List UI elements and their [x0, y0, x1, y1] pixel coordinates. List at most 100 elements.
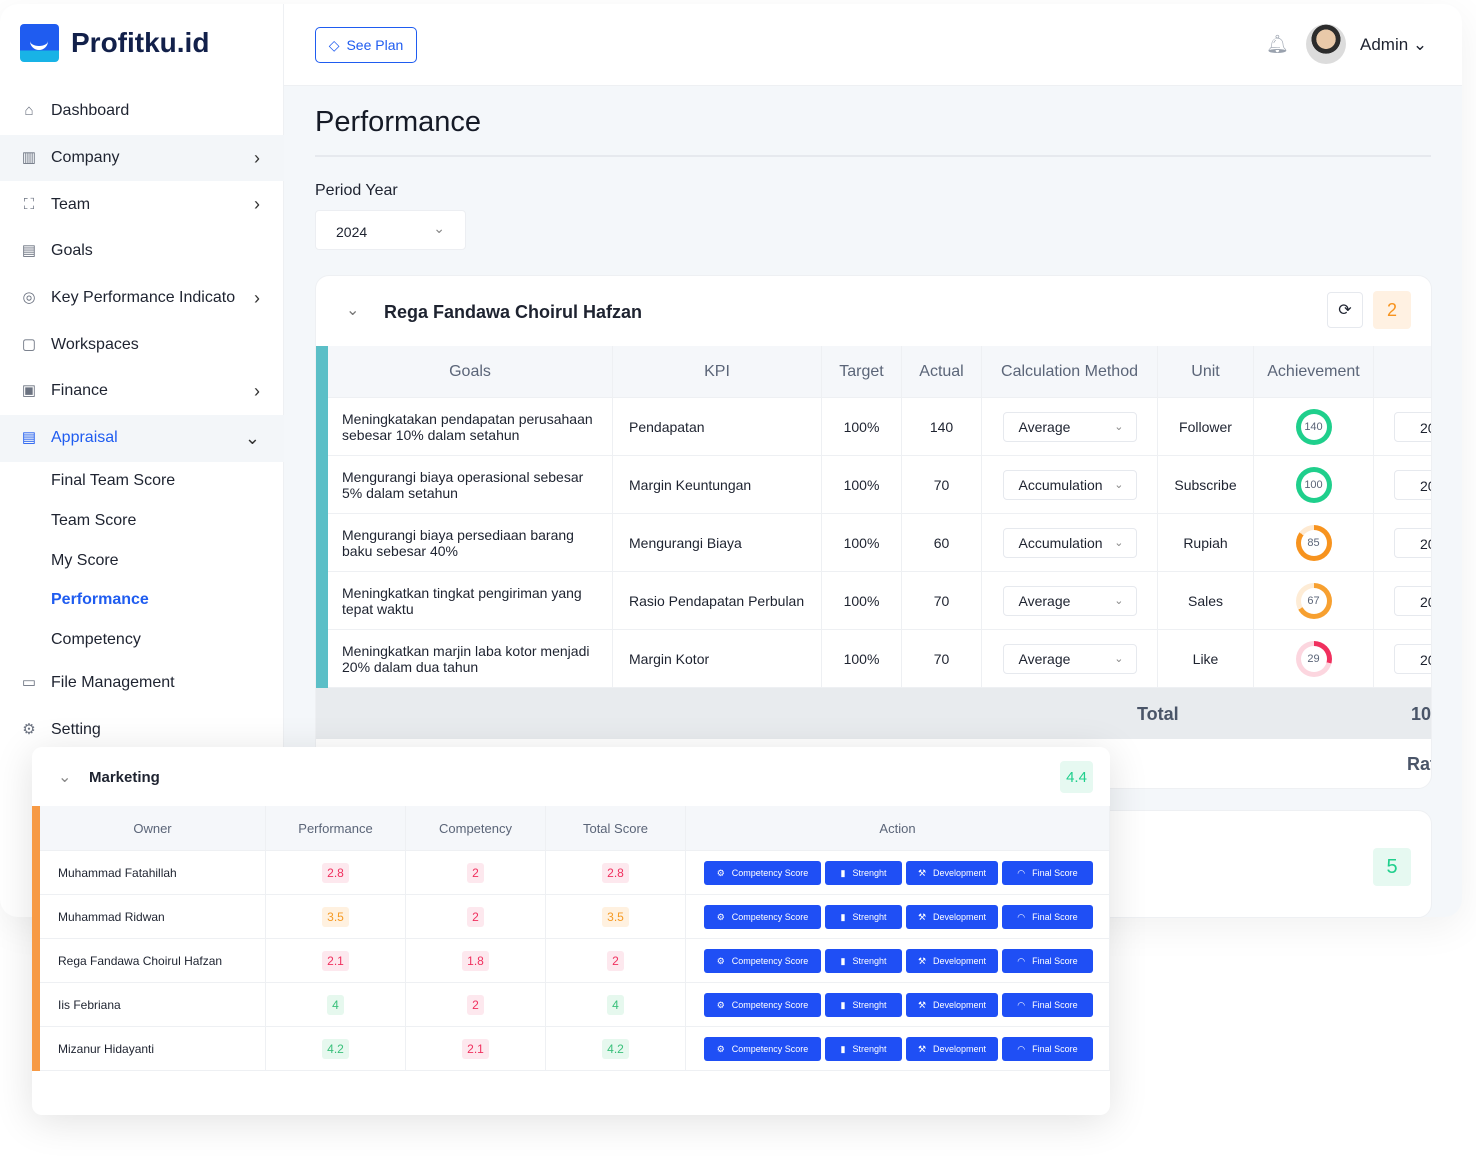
sidebar-item[interactable]: ▣ Finance ›: [0, 368, 284, 415]
unit-value: Subscribe: [1174, 476, 1237, 493]
table-cell: 4.2: [266, 1027, 406, 1071]
folder-icon: ▭: [21, 674, 37, 692]
action-button[interactable]: ▮ Strenght: [825, 1037, 902, 1061]
weight-input[interactable]: 20: [1394, 527, 1431, 558]
action-label: Development: [933, 868, 987, 878]
period-year-select[interactable]: 2024 ⌄: [315, 210, 466, 250]
sidebar-subitem[interactable]: Competency: [0, 620, 284, 660]
divider: [315, 155, 1431, 157]
action-button[interactable]: ▮ Strenght: [825, 861, 902, 885]
total-value: 10: [1411, 704, 1432, 724]
table-cell: Follower: [1158, 398, 1254, 456]
weight-input[interactable]: 20: [1394, 585, 1431, 616]
action-label: Development: [933, 1044, 987, 1054]
table-cell: 2.8: [266, 851, 406, 895]
refresh-icon: ⟳: [1338, 302, 1352, 319]
action-label: Competency Score: [731, 912, 809, 922]
weight-input[interactable]: 20: [1394, 643, 1431, 674]
action-button[interactable]: ⚙ Competency Score: [704, 861, 821, 885]
weight-input[interactable]: 20: [1394, 469, 1431, 500]
total-score-badge: 4: [607, 994, 624, 1015]
table-cell: 20: [1374, 572, 1431, 630]
achievement-value: 100: [1300, 471, 1327, 498]
actual-value: 70: [933, 476, 950, 493]
action-label: Development: [933, 1000, 987, 1010]
table-cell: 4: [546, 983, 686, 1027]
action-button[interactable]: ⚒ Development: [906, 1037, 998, 1061]
action-button[interactable]: ▮ Strenght: [825, 905, 902, 929]
action-button[interactable]: ⚒ Development: [906, 905, 998, 929]
action-button[interactable]: ⚙ Competency Score: [704, 1037, 821, 1061]
sidebar-item[interactable]: ▤ Appraisal ⌄: [0, 414, 284, 462]
action-button[interactable]: ⚒ Development: [906, 949, 998, 973]
user-menu[interactable]: Admin ⌄: [1360, 35, 1427, 55]
table-cell: Average ⌄: [982, 572, 1158, 630]
action-button[interactable]: ◠ Final Score: [1002, 905, 1093, 929]
calculation-method-select[interactable]: Average ⌄: [1002, 643, 1137, 674]
chevron-down-icon: ⌄: [244, 427, 260, 448]
wrench-icon: ⚒: [917, 999, 927, 1010]
target-value: 100%: [843, 592, 880, 609]
avatar[interactable]: [1306, 24, 1346, 64]
action-button[interactable]: ▮ Strenght: [825, 993, 902, 1017]
kpi-text: Mengurangi Biaya: [629, 534, 742, 551]
weight-input[interactable]: 20: [1394, 411, 1431, 442]
action-button[interactable]: ◠ Final Score: [1002, 949, 1093, 973]
sidebar-item[interactable]: ▤ Goals: [0, 228, 284, 275]
sidebar-item[interactable]: ⛶ Team ›: [0, 181, 284, 228]
action-label: Final Score: [1032, 1044, 1078, 1054]
table-cell: 4: [266, 983, 406, 1027]
action-button[interactable]: ⚙ Competency Score: [704, 993, 821, 1017]
competency-score-badge: 2: [467, 906, 484, 927]
method-value: Accumulation: [1018, 534, 1103, 551]
table-cell: Accumulation ⌄: [982, 456, 1158, 514]
wrench-icon: ⚒: [917, 911, 927, 922]
action-button[interactable]: ⚙ Competency Score: [704, 949, 821, 973]
bell-icon[interactable]: 🔔︎: [1266, 34, 1289, 55]
sidebar-subitem[interactable]: My Score: [0, 541, 284, 581]
table-cell: 2: [546, 939, 686, 983]
table-cell: Accumulation ⌄: [982, 514, 1158, 572]
action-button[interactable]: ◠ Final Score: [1002, 861, 1093, 885]
chevron-down-icon: ⌄: [1114, 653, 1124, 665]
table-cell: Like: [1158, 630, 1254, 688]
sidebar-item-label: Finance: [51, 382, 108, 400]
action-button[interactable]: ⚒ Development: [906, 861, 998, 885]
calculation-method-select[interactable]: Accumulation ⌄: [1002, 469, 1137, 500]
table-cell: 20: [1374, 456, 1431, 514]
target-value: 100%: [843, 476, 880, 493]
actual-value: 70: [933, 650, 950, 667]
method-value: Accumulation: [1018, 476, 1103, 493]
sidebar-item[interactable]: ▥ Company ›: [0, 134, 284, 182]
logo[interactable]: Profitku.id: [20, 24, 209, 62]
see-plan-button[interactable]: ◇ See Plan: [315, 27, 417, 63]
chevron-right-icon: ›: [254, 147, 260, 168]
kpi-icon: ◎: [22, 289, 36, 307]
action-button[interactable]: ◠ Final Score: [1002, 1037, 1093, 1061]
sidebar-item[interactable]: ◎ Key Performance Indicato ›: [0, 275, 284, 322]
calculation-method-select[interactable]: Average ⌄: [1002, 411, 1137, 442]
action-button[interactable]: ◠ Final Score: [1002, 993, 1093, 1017]
sidebar-item[interactable]: ▭ File Management: [0, 660, 284, 707]
sidebar-subitem[interactable]: Performance: [0, 581, 284, 621]
calculation-method-select[interactable]: Average ⌄: [1002, 585, 1137, 616]
action-button[interactable]: ⚒ Development: [906, 993, 998, 1017]
action-button[interactable]: ▮ Strenght: [825, 949, 902, 973]
unit-value: Sales: [1187, 592, 1224, 609]
competency-score-badge: 2: [467, 862, 484, 883]
table-cell: Muhammad Fatahillah: [40, 851, 266, 895]
sidebar-subitem[interactable]: Team Score: [0, 501, 284, 541]
sidebar-subitem[interactable]: Final Team Score: [0, 462, 284, 502]
sidebar-item[interactable]: ▢ Workspaces: [0, 321, 284, 368]
achievement-ring: 100: [1295, 466, 1332, 503]
collapse-chevron-icon[interactable]: ⌄: [58, 767, 71, 787]
sidebar-item[interactable]: ⌂ Dashboard: [0, 88, 284, 135]
action-button[interactable]: ⚙ Competency Score: [704, 905, 821, 929]
calculation-method-select[interactable]: Accumulation ⌄: [1002, 527, 1137, 558]
achievement-ring: 29: [1295, 640, 1332, 677]
refresh-button[interactable]: ⟳: [1327, 292, 1363, 328]
unit-value: Like: [1192, 650, 1219, 667]
logo-icon: [20, 24, 59, 62]
collapse-chevron-icon[interactable]: ⌄: [346, 300, 359, 320]
achievement-value: 85: [1300, 529, 1327, 556]
